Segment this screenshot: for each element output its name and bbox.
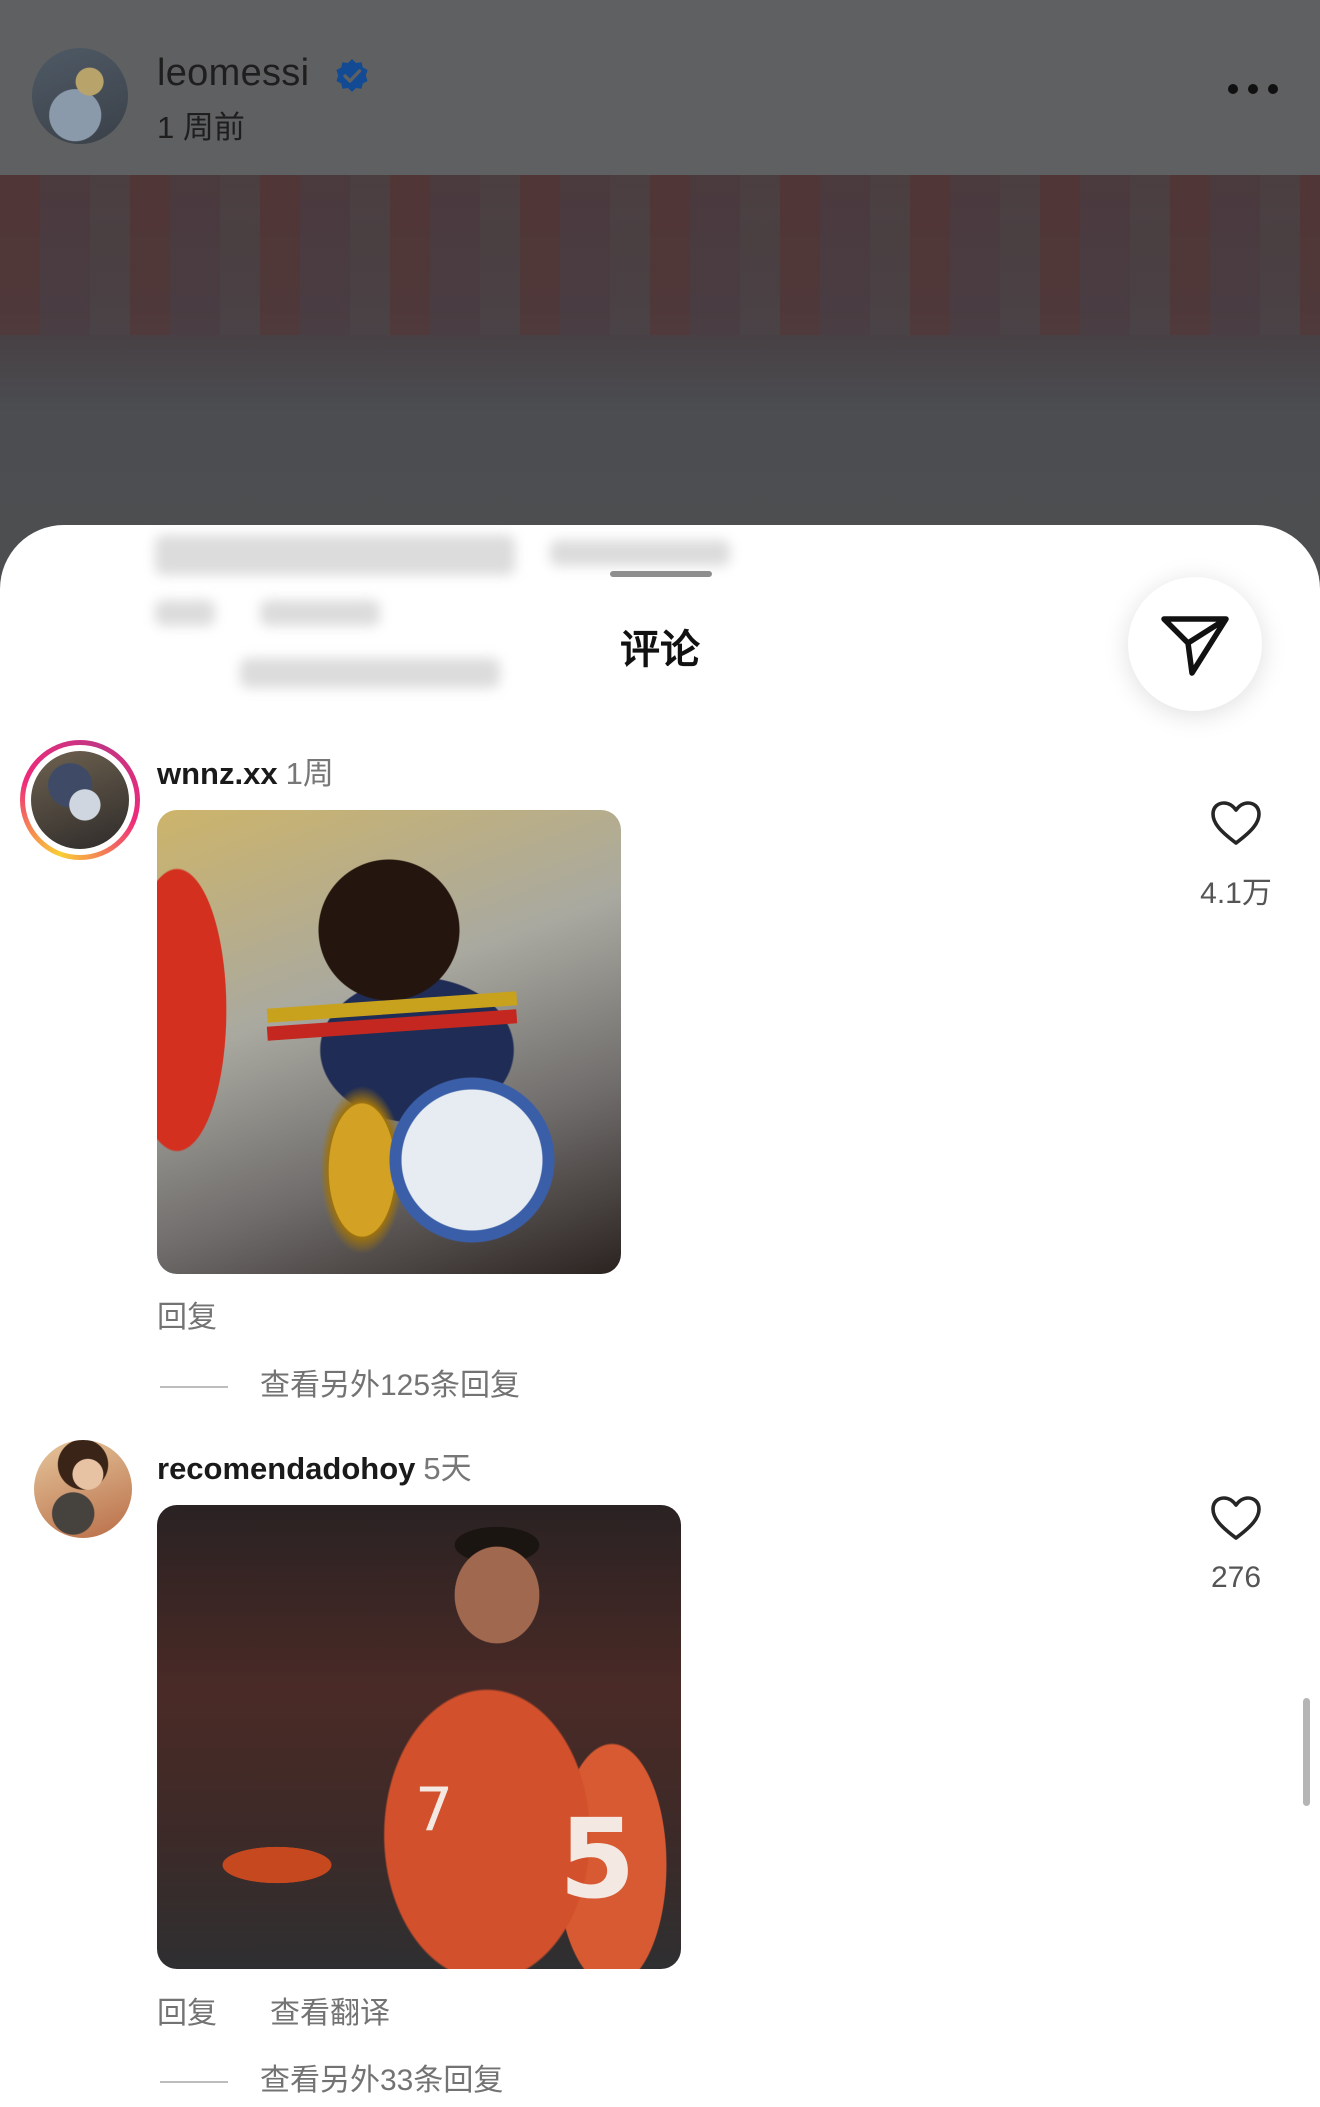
comment-timestamp: 5天 bbox=[423, 1451, 472, 1486]
replies-divider-line bbox=[160, 1386, 228, 1389]
comment-item: recomendadohoy 5天 7 5 276 回复 查看翻译 查看另外33条… bbox=[0, 1435, 1320, 2097]
comment-username[interactable]: wnnz.xx bbox=[157, 756, 278, 791]
see-translation-button[interactable]: 查看翻译 bbox=[270, 1988, 390, 2032]
post-timestamp: 1 周前 bbox=[157, 110, 245, 145]
view-replies-label: 查看另外33条回复 bbox=[260, 2064, 504, 2097]
view-replies-button[interactable]: 查看另外125条回复 bbox=[160, 1360, 520, 1404]
sheet-drag-handle[interactable] bbox=[610, 571, 712, 577]
post-author-avatar[interactable] bbox=[32, 48, 128, 144]
comment-image[interactable] bbox=[157, 810, 621, 1274]
sheet-title: 评论 bbox=[620, 627, 700, 673]
heart-icon[interactable] bbox=[1210, 800, 1262, 846]
post-username[interactable]: leomessi bbox=[157, 52, 309, 95]
replies-divider-line bbox=[160, 2081, 228, 2084]
view-replies-button[interactable]: 查看另外33条回复 bbox=[160, 2055, 503, 2099]
like-count: 4.1万 bbox=[1200, 877, 1272, 910]
comments-sheet[interactable]: 评论 wnnz.xx 1周 4.1万 回复 查看另外125条回复 recomend… bbox=[0, 525, 1320, 2107]
jersey-number-graphic: 7 bbox=[415, 1775, 454, 1845]
post-image-background bbox=[0, 175, 1320, 335]
comment-username[interactable]: recomendadohoy bbox=[157, 1451, 415, 1486]
comment-item: wnnz.xx 1周 4.1万 回复 查看另外125条回复 bbox=[0, 740, 1320, 1402]
comment-timestamp: 1周 bbox=[285, 756, 334, 791]
verified-badge-icon bbox=[336, 59, 368, 92]
comment-image[interactable]: 7 5 bbox=[157, 1505, 681, 1969]
blurred-previous-comment bbox=[150, 525, 750, 705]
comment-header: wnnz.xx 1周 bbox=[157, 748, 334, 793]
commenter-avatar-story-ring[interactable] bbox=[20, 740, 140, 860]
commenter-avatar[interactable] bbox=[34, 1440, 132, 1538]
reply-button[interactable]: 回复 bbox=[157, 1988, 217, 2032]
reply-button[interactable]: 回复 bbox=[157, 1292, 217, 1336]
share-button[interactable] bbox=[1128, 577, 1262, 711]
like-count: 276 bbox=[1210, 1561, 1262, 1594]
comment-header: recomendadohoy 5天 bbox=[157, 1443, 472, 1488]
post-header: leomessi 1 周前 bbox=[0, 0, 1320, 175]
jersey-number-graphic: 5 bbox=[559, 1795, 636, 1923]
view-replies-label: 查看另外125条回复 bbox=[260, 1369, 521, 1402]
commenter-avatar bbox=[31, 751, 129, 849]
paper-plane-icon bbox=[1161, 616, 1229, 676]
scrollbar[interactable] bbox=[1303, 1698, 1310, 1806]
heart-icon[interactable] bbox=[1210, 1495, 1262, 1541]
more-options-icon[interactable] bbox=[1228, 82, 1278, 96]
